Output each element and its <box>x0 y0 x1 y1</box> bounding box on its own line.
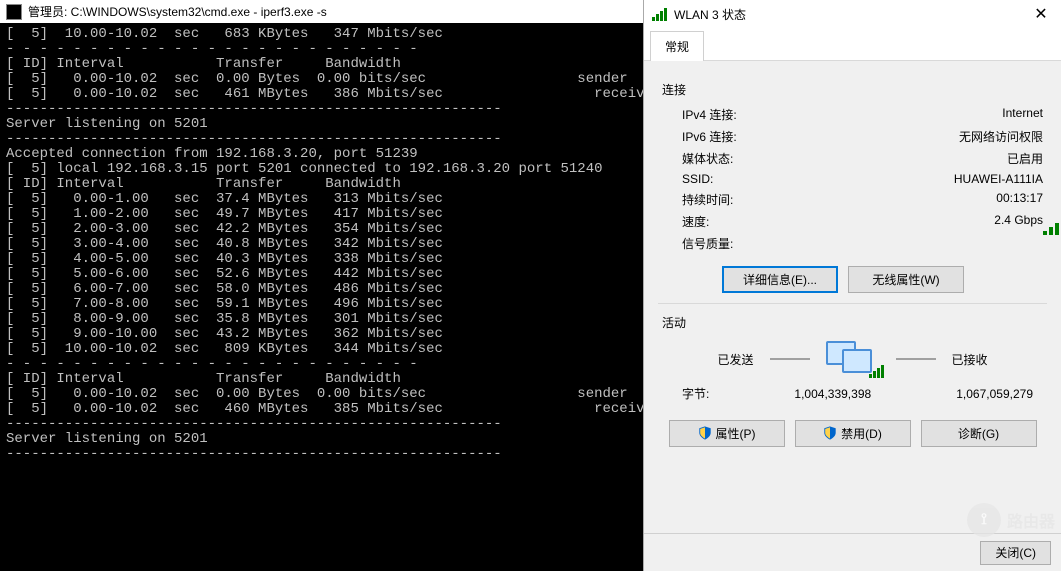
dialog-title-text: WLAN 3 状态 <box>674 6 1021 23</box>
row-bytes: 字节: 1,004,339,398 1,067,059,279 <box>682 385 1033 402</box>
dash-icon <box>896 358 936 361</box>
tab-strip: 常规 <box>644 28 1061 61</box>
sent-label: 已发送 <box>717 351 753 368</box>
row-signal: 信号质量: <box>682 235 1043 252</box>
row-speed: 速度:2.4 Gbps <box>682 213 1043 230</box>
row-duration: 持续时间:00:13:17 <box>682 191 1043 208</box>
row-ipv4: IPv4 连接:Internet <box>682 106 1043 123</box>
row-ssid: SSID:HUAWEI-A111IA <box>682 172 1043 186</box>
dialog-titlebar[interactable]: WLAN 3 状态 ✕ <box>644 0 1061 28</box>
wireless-properties-button[interactable]: 无线属性(W) <box>848 266 964 293</box>
disable-button[interactable]: 禁用(D) <box>795 420 911 447</box>
computers-icon <box>826 339 880 379</box>
diagnose-button[interactable]: 诊断(G) <box>921 420 1037 447</box>
cmd-titlebar[interactable]: 管理员: C:\WINDOWS\system32\cmd.exe - iperf… <box>0 0 643 23</box>
properties-button[interactable]: 属性(P) <box>669 420 785 447</box>
activity-header: 活动 <box>662 314 1043 331</box>
row-ipv6: IPv6 连接:无网络访问权限 <box>682 128 1043 145</box>
cmd-output[interactable]: [ 5] 10.00-10.02 sec 683 KBytes 347 Mbit… <box>0 23 643 466</box>
watermark-icon: ⟟ <box>967 503 1001 537</box>
dialog-footer: 关闭(C) <box>644 533 1061 571</box>
bytes-received: 1,067,059,279 <box>956 387 1033 401</box>
activity-icon-row: 已发送 已接收 <box>662 339 1043 379</box>
signal-icon <box>652 7 668 21</box>
close-button[interactable]: 关闭(C) <box>980 541 1051 565</box>
row-media: 媒体状态:已启用 <box>682 150 1043 167</box>
dash-icon <box>770 358 810 361</box>
cmd-icon <box>6 4 22 20</box>
connection-header: 连接 <box>662 81 1043 98</box>
close-icon[interactable]: ✕ <box>1021 0 1061 28</box>
cmd-window: 管理员: C:\WINDOWS\system32\cmd.exe - iperf… <box>0 0 643 571</box>
cmd-title-text: 管理员: C:\WINDOWS\system32\cmd.exe - iperf… <box>28 3 327 20</box>
shield-icon <box>823 426 837 440</box>
details-button[interactable]: 详细信息(E)... <box>722 266 838 293</box>
received-label: 已接收 <box>952 351 988 368</box>
bytes-sent: 1,004,339,398 <box>794 387 871 401</box>
tab-general[interactable]: 常规 <box>650 31 704 61</box>
dialog-body: 连接 IPv4 连接:Internet IPv6 连接:无网络访问权限 媒体状态… <box>644 61 1061 463</box>
shield-icon <box>698 426 712 440</box>
watermark: ⟟ 路由器 <box>967 503 1055 537</box>
wlan-status-dialog: WLAN 3 状态 ✕ 常规 连接 IPv4 连接:Internet IPv6 … <box>643 0 1061 571</box>
